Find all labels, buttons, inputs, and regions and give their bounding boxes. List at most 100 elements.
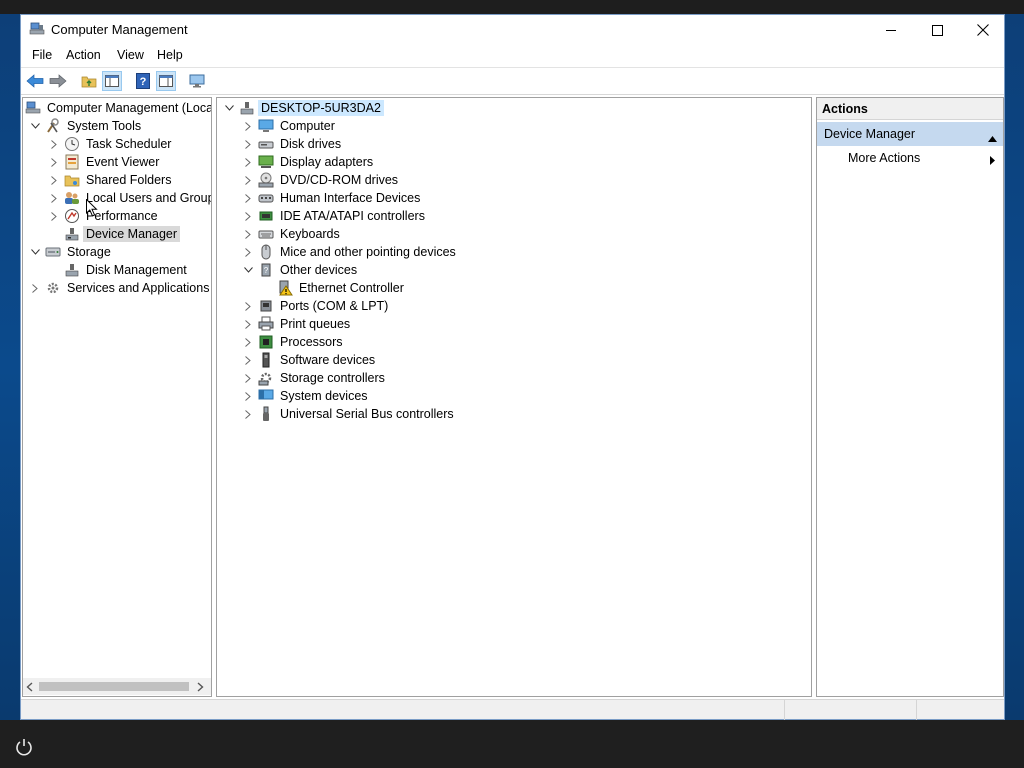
device-tree-pane[interactable]: DESKTOP-5UR3DA2 Computer Disk drives Dis…	[216, 97, 812, 697]
horizontal-scrollbar[interactable]	[23, 678, 211, 695]
taskbar	[0, 720, 1024, 768]
tree-item-local-users[interactable]: Local Users and Groups	[48, 189, 211, 207]
chevron-right-icon[interactable]	[242, 369, 254, 387]
chevron-right-icon[interactable]	[242, 135, 254, 153]
chevron-right-icon[interactable]	[48, 135, 60, 153]
tree-item-system-tools[interactable]: System Tools	[29, 117, 144, 135]
title-bar[interactable]: Computer Management	[21, 15, 1004, 45]
monitor-icon[interactable]	[187, 71, 207, 91]
device-category[interactable]: Human Interface Devices	[242, 189, 423, 207]
device-category[interactable]: Universal Serial Bus controllers	[242, 405, 457, 423]
chevron-right-icon[interactable]	[242, 171, 254, 189]
computer-management-window: Computer Management File Action View Hel…	[20, 14, 1005, 720]
tree-label: Disk Management	[86, 263, 187, 277]
menu-action[interactable]: Action	[66, 48, 101, 62]
device-item[interactable]: Ethernet Controller	[261, 279, 407, 297]
minimize-button[interactable]	[868, 15, 914, 45]
tree-label: Services and Applications	[67, 281, 210, 295]
menu-view[interactable]: View	[117, 48, 144, 62]
up-folder-icon[interactable]	[79, 71, 99, 91]
device-category[interactable]: System devices	[242, 387, 371, 405]
collapse-up-icon[interactable]	[988, 131, 997, 145]
show-hide-action-pane-icon[interactable]	[156, 71, 176, 91]
status-bar	[21, 699, 1004, 720]
power-icon[interactable]	[14, 737, 34, 757]
device-category[interactable]: Ports (COM & LPT)	[242, 297, 391, 315]
chevron-down-icon[interactable]	[29, 117, 41, 135]
chevron-right-icon[interactable]	[242, 153, 254, 171]
scroll-left-icon[interactable]	[26, 681, 33, 695]
chevron-right-icon[interactable]	[242, 351, 254, 369]
clock-icon	[64, 136, 80, 152]
device-tree-host[interactable]: DESKTOP-5UR3DA2	[223, 99, 384, 117]
forward-arrow-icon[interactable]	[48, 71, 68, 91]
status-segment	[916, 700, 1004, 720]
actions-header: Actions	[817, 98, 1003, 120]
chevron-right-icon[interactable]	[48, 171, 60, 189]
chevron-right-icon[interactable]	[48, 153, 60, 171]
disk-management-icon	[64, 262, 80, 278]
chevron-right-icon[interactable]	[242, 189, 254, 207]
chevron-right-icon[interactable]	[48, 189, 60, 207]
device-category-label: System devices	[280, 389, 368, 403]
close-button[interactable]	[960, 15, 1006, 45]
back-arrow-icon[interactable]	[25, 71, 45, 91]
chevron-right-icon[interactable]	[29, 279, 41, 297]
mouse-cursor-icon	[86, 198, 98, 220]
device-manager-icon	[64, 226, 80, 242]
scroll-right-icon[interactable]	[197, 681, 204, 695]
tree-item-storage[interactable]: Storage	[29, 243, 114, 261]
tree-root[interactable]: Computer Management (Local	[25, 99, 211, 117]
show-hide-tree-icon[interactable]	[102, 71, 122, 91]
chevron-right-icon[interactable]	[242, 387, 254, 405]
tree-item-task-scheduler[interactable]: Task Scheduler	[48, 135, 174, 153]
device-category[interactable]: Print queues	[242, 315, 353, 333]
chevron-right-icon[interactable]	[242, 333, 254, 351]
device-category[interactable]: DVD/CD-ROM drives	[242, 171, 401, 189]
computer-management-icon	[25, 100, 41, 116]
scrollbar-thumb[interactable]	[39, 682, 189, 691]
tree-item-shared-folders[interactable]: Shared Folders	[48, 171, 174, 189]
chevron-down-icon[interactable]	[223, 99, 235, 117]
tree-item-disk-management[interactable]: Disk Management	[48, 261, 190, 279]
device-category[interactable]: Processors	[242, 333, 346, 351]
device-category-expanded[interactable]: ? Other devices	[242, 261, 360, 279]
actions-section-device-manager[interactable]: Device Manager	[817, 122, 1003, 146]
tree-item-device-manager[interactable]: Device Manager	[48, 225, 181, 243]
desktop-top-strip	[0, 0, 1024, 14]
tree-item-event-viewer[interactable]: Event Viewer	[48, 153, 162, 171]
tree-item-performance[interactable]: Performance	[48, 207, 161, 225]
device-category[interactable]: Keyboards	[242, 225, 343, 243]
ide-controller-icon	[258, 208, 274, 224]
console-tree-pane[interactable]: Computer Management (Local System Tools …	[22, 97, 212, 697]
chevron-right-icon[interactable]	[48, 207, 60, 225]
device-category[interactable]: Display adapters	[242, 153, 376, 171]
submenu-arrow-icon	[990, 154, 995, 168]
menu-file[interactable]: File	[32, 48, 52, 62]
device-category[interactable]: Disk drives	[242, 135, 344, 153]
chevron-right-icon[interactable]	[242, 243, 254, 261]
tree-item-services[interactable]: Services and Applications	[29, 279, 211, 297]
device-category[interactable]: Storage controllers	[242, 369, 388, 387]
chevron-right-icon[interactable]	[242, 297, 254, 315]
chevron-right-icon[interactable]	[242, 207, 254, 225]
chevron-right-icon[interactable]	[242, 117, 254, 135]
device-category[interactable]: Software devices	[242, 351, 378, 369]
chevron-right-icon[interactable]	[242, 405, 254, 423]
chevron-right-icon[interactable]	[242, 315, 254, 333]
device-category-label: Keyboards	[280, 227, 340, 241]
event-viewer-icon	[64, 154, 80, 170]
menu-help[interactable]: Help	[157, 48, 183, 62]
chevron-right-icon[interactable]	[242, 225, 254, 243]
device-category[interactable]: Computer	[242, 117, 338, 135]
more-actions-item[interactable]: More Actions	[817, 148, 1003, 168]
chevron-down-icon[interactable]	[242, 261, 254, 279]
device-category[interactable]: Mice and other pointing devices	[242, 243, 459, 261]
device-category-label: Software devices	[280, 353, 376, 367]
printer-icon	[258, 316, 274, 332]
device-category[interactable]: IDE ATA/ATAPI controllers	[242, 207, 428, 225]
maximize-button[interactable]	[914, 15, 960, 45]
help-icon[interactable]: ?	[133, 71, 153, 91]
chevron-down-icon[interactable]	[29, 243, 41, 261]
disk-drive-icon	[258, 136, 274, 152]
